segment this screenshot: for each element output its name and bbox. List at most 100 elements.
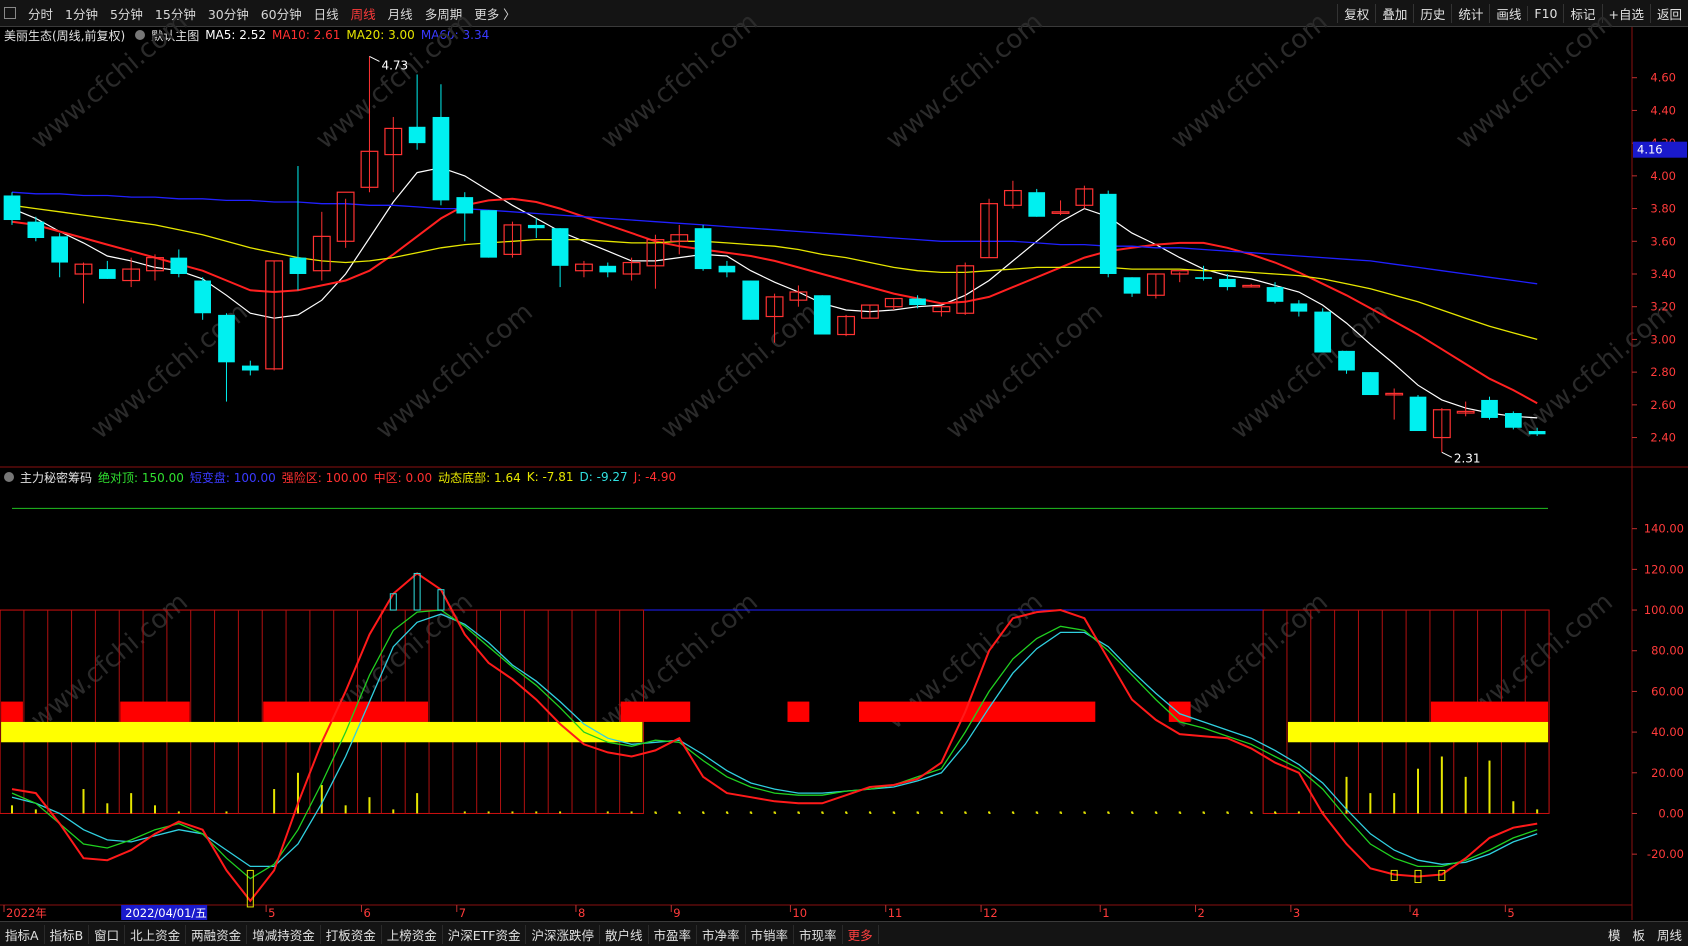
ind-tick-label: -20.00 <box>1647 847 1684 861</box>
candle-body-down <box>694 228 712 270</box>
bottom-tab[interactable]: 市净率 <box>697 924 746 944</box>
toolbar-button[interactable]: 叠加 <box>1375 3 1413 23</box>
bottom-tab[interactable]: 市销率 <box>746 924 795 944</box>
time-label: 12 <box>983 906 998 920</box>
indicator-menu-icon[interactable] <box>4 472 14 482</box>
watermark-text: www.cfchi.com <box>595 7 764 155</box>
period-tab[interactable]: 15分钟 <box>149 4 202 23</box>
bottom-tab[interactable]: 窗口 <box>89 924 126 944</box>
strong-zone-bar <box>1168 701 1191 722</box>
candle-body-down <box>1481 399 1498 418</box>
ma60-line <box>11 191 1538 285</box>
toolbar-button[interactable]: 统计 <box>1451 3 1489 23</box>
price-tick-label: 3.40 <box>1650 267 1676 281</box>
watermark-text: www.cfchi.com <box>1510 297 1679 445</box>
period-tab[interactable]: 5分钟 <box>104 4 149 23</box>
bottom-tab[interactable]: 打板资金 <box>321 924 382 944</box>
zero-dot <box>1155 812 1158 814</box>
template-label[interactable]: 默认主图 <box>151 27 199 44</box>
zero-dot <box>917 812 920 814</box>
bottom-tab[interactable]: 沪深ETF资金 <box>443 924 527 944</box>
bottom-tab[interactable]: 北上资金 <box>125 924 187 944</box>
candle-body-down <box>1409 396 1427 432</box>
price-tick-label: 3.80 <box>1650 202 1676 216</box>
period-tab[interactable]: 日线 <box>308 4 345 23</box>
period-tab[interactable]: 月线 <box>382 4 419 23</box>
candle-body-up <box>956 265 975 314</box>
candle-body-down <box>1338 350 1355 371</box>
zero-dot <box>703 812 705 814</box>
watermark-text: www.cfchi.com <box>655 297 824 445</box>
bottom-tab[interactable]: 市盈率 <box>649 924 698 944</box>
period-tab[interactable]: 更多 〉 <box>468 4 521 23</box>
candle-body-down <box>1290 303 1308 312</box>
strong-zone-bar <box>858 701 1096 722</box>
price-tick-label: 4.20 <box>1650 136 1676 150</box>
period-tab[interactable]: 1分钟 <box>59 4 104 23</box>
candle-body-up <box>360 150 379 188</box>
watermark-text: www.cfchi.com <box>1450 587 1619 735</box>
stock-title: 美丽生态(周线,前复权) <box>4 28 126 43</box>
zero-dot <box>1203 812 1206 814</box>
zero-dot <box>1012 812 1015 814</box>
toolbar-button[interactable]: 返回 <box>1649 3 1688 23</box>
time-label: 7 <box>459 906 466 920</box>
strong-zone-bar <box>120 701 190 722</box>
candle-body-up <box>146 257 164 272</box>
zero-dot <box>1227 812 1229 814</box>
watermark-text: www.cfchi.com <box>1165 7 1334 155</box>
toolbar-button[interactable]: 标记 <box>1563 3 1601 23</box>
strong-zone-bar <box>1430 701 1549 722</box>
toolbar-button[interactable]: 历史 <box>1413 3 1451 23</box>
candle-body-up <box>932 306 951 313</box>
time-label: 4 <box>1412 906 1419 920</box>
toolbar-button[interactable]: F10 <box>1527 5 1563 21</box>
bottom-right-button[interactable]: 周线 <box>1651 925 1688 944</box>
ind-tick-label: 140.00 <box>1644 522 1684 536</box>
ma-lines <box>11 167 1538 419</box>
bottom-tab[interactable]: 更多 <box>843 924 879 944</box>
zero-dot <box>869 812 872 814</box>
period-tab[interactable]: 多周期 <box>419 4 469 23</box>
candle-body-down <box>1123 277 1141 294</box>
time-label: 2 <box>1198 906 1205 920</box>
period-tab[interactable]: 30分钟 <box>202 4 255 23</box>
candle-body-up <box>1003 189 1022 206</box>
candle-body-down <box>1219 278 1236 288</box>
ma5-value: MA5: 2.52 <box>205 28 266 42</box>
watermark-text: www.cfchi.com <box>25 587 194 735</box>
bottom-tab[interactable]: 两融资金 <box>186 924 248 944</box>
candle-body-down <box>241 365 259 371</box>
template-icon[interactable] <box>135 30 146 40</box>
toolbar-button[interactable]: 画线 <box>1489 3 1527 23</box>
bottom-tab[interactable]: 沪深涨跌停 <box>526 924 600 944</box>
bottom-tab[interactable]: 散户线 <box>600 924 649 944</box>
bottom-right-button[interactable]: 板 <box>1626 925 1651 944</box>
oversold-marker <box>246 869 254 908</box>
indicator-v3: 强险区: 100.00 <box>281 470 368 485</box>
bottom-tab[interactable]: 上榜资金 <box>382 924 443 944</box>
bottom-right-button[interactable]: 模 <box>1602 925 1627 944</box>
time-label: 6 <box>363 906 370 920</box>
window-icon[interactable] <box>4 7 16 19</box>
price-tick-label: 4.40 <box>1650 103 1676 117</box>
price-tick-label: 4.00 <box>1650 169 1676 183</box>
bottom-tab[interactable]: 增减持资金 <box>247 924 321 944</box>
risk-zone-frame <box>1262 609 1550 814</box>
period-tab[interactable]: 周线 <box>345 4 382 23</box>
price-tick-label: 2.40 <box>1650 431 1676 445</box>
candle-body-down <box>408 126 426 144</box>
time-label: 8 <box>578 906 585 920</box>
period-tab[interactable]: 60分钟 <box>255 4 308 23</box>
bottom-tab[interactable]: 指标B <box>45 924 90 944</box>
toolbar-button[interactable]: 复权 <box>1337 3 1375 23</box>
period-tab[interactable]: 分时 <box>22 4 59 23</box>
candle-body-down <box>909 298 926 306</box>
candle-body-up <box>1051 211 1070 214</box>
bottom-tab[interactable]: 市现率 <box>794 924 843 944</box>
indicator-name[interactable]: 主力秘密筹码 <box>20 469 92 486</box>
current-price-badge <box>1633 141 1687 158</box>
toolbar-button[interactable]: +自选 <box>1601 3 1650 23</box>
ma10-line <box>11 197 1538 405</box>
bottom-tab[interactable]: 指标A <box>0 924 45 944</box>
